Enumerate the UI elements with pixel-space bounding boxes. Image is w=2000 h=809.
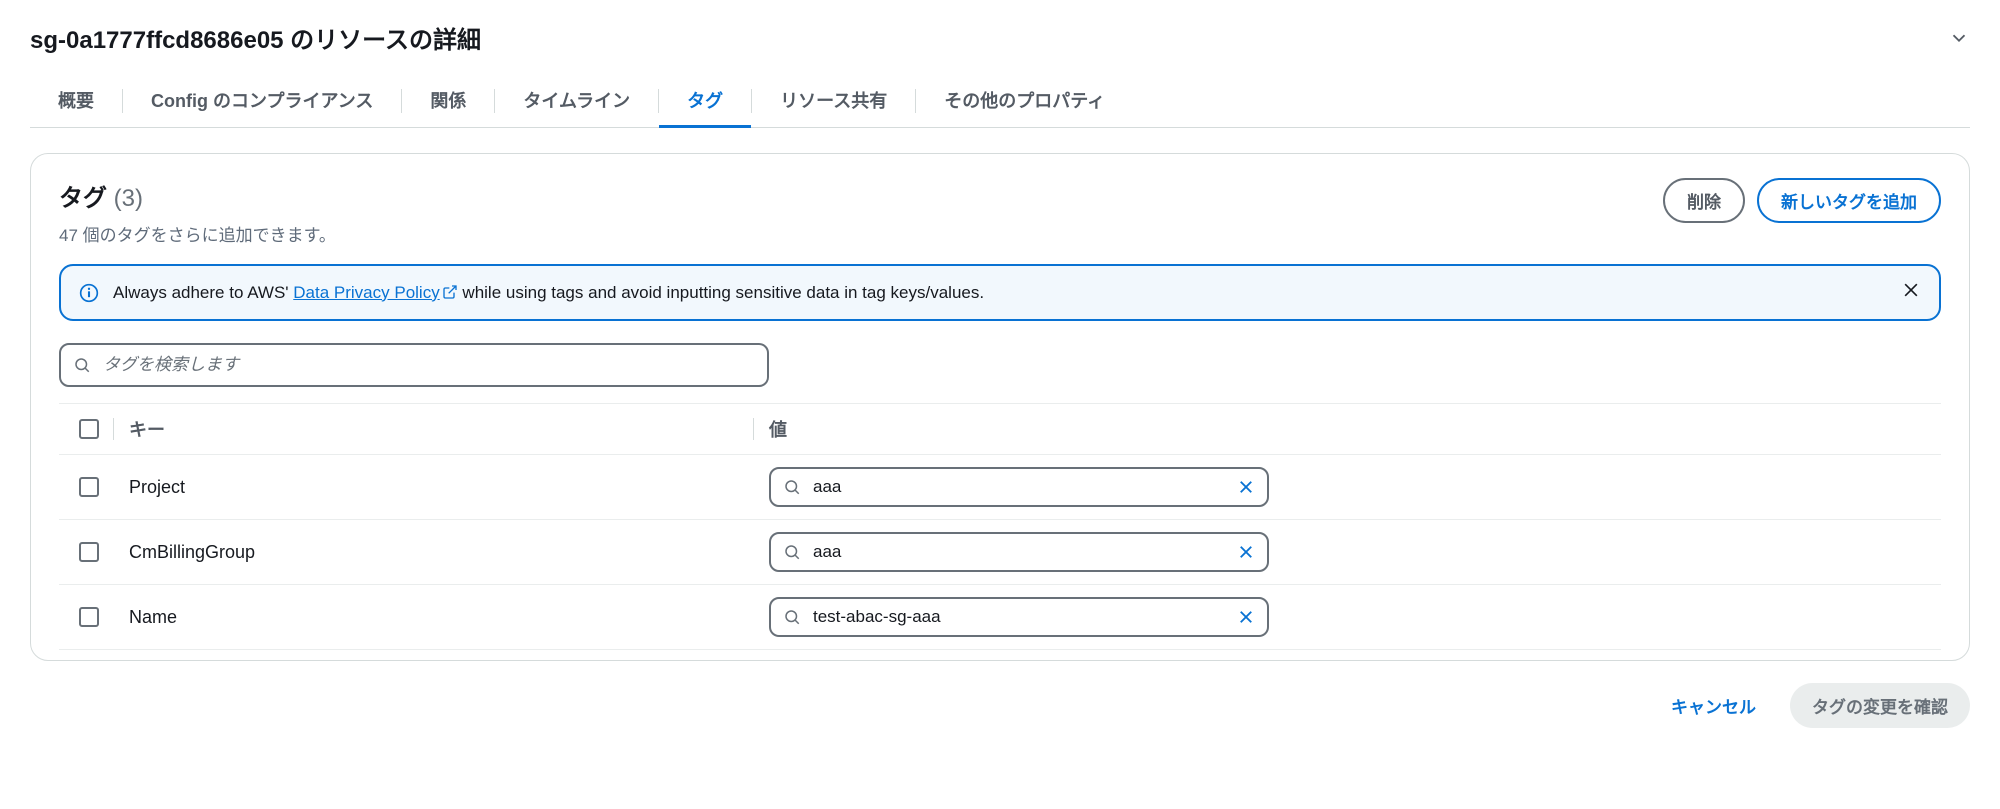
clear-icon[interactable] bbox=[1237, 608, 1255, 626]
header-value[interactable]: 値 bbox=[759, 416, 1941, 442]
tag-value-input[interactable] bbox=[769, 467, 1269, 507]
external-link-icon bbox=[442, 284, 458, 300]
tab-resource-sharing[interactable]: リソース共有 bbox=[752, 75, 915, 128]
row-checkbox[interactable] bbox=[79, 542, 99, 562]
tab-tags[interactable]: タグ bbox=[659, 75, 751, 128]
tab-timeline[interactable]: タイムライン bbox=[495, 75, 658, 128]
alert-message: Always adhere to AWS' Data Privacy Polic… bbox=[113, 283, 1887, 303]
alert-suffix: while using tags and avoid inputting sen… bbox=[458, 283, 984, 302]
tag-key: Name bbox=[119, 607, 759, 628]
clear-icon[interactable] bbox=[1237, 543, 1255, 561]
panel-title-text: タグ bbox=[59, 185, 107, 212]
panel-title: タグ (3) bbox=[59, 178, 336, 213]
table-row: CmBillingGroup bbox=[59, 520, 1941, 585]
tag-key: CmBillingGroup bbox=[119, 542, 759, 563]
tag-value-input[interactable] bbox=[769, 597, 1269, 637]
footer-actions: キャンセル タグの変更を確認 bbox=[30, 683, 1970, 728]
add-tag-button[interactable]: 新しいタグを追加 bbox=[1757, 178, 1941, 223]
table-row: Name bbox=[59, 585, 1941, 650]
panel-subtitle: 47 個のタグをさらに追加できます。 bbox=[59, 221, 336, 246]
panel-count: (3) bbox=[114, 185, 143, 212]
search-icon bbox=[783, 608, 801, 626]
tag-key: Project bbox=[119, 477, 759, 498]
tab-other-properties[interactable]: その他のプロパティ bbox=[916, 75, 1133, 128]
table-header: キー 値 bbox=[59, 403, 1941, 455]
alert-close-button[interactable] bbox=[1901, 280, 1921, 305]
clear-icon[interactable] bbox=[1237, 478, 1255, 496]
delete-button[interactable]: 削除 bbox=[1663, 178, 1745, 223]
tab-compliance[interactable]: Config のコンプライアンス bbox=[123, 75, 401, 128]
tab-overview[interactable]: 概要 bbox=[30, 75, 122, 128]
privacy-policy-link[interactable]: Data Privacy Policy bbox=[293, 283, 457, 302]
alert-prefix: Always adhere to AWS' bbox=[113, 283, 293, 302]
info-icon bbox=[79, 283, 99, 303]
row-checkbox[interactable] bbox=[79, 607, 99, 627]
chevron-down-icon[interactable] bbox=[1948, 27, 1970, 49]
confirm-button: タグの変更を確認 bbox=[1790, 683, 1970, 728]
tab-bar: 概要 Config のコンプライアンス 関係 タイムライン タグ リソース共有 … bbox=[30, 75, 1970, 128]
select-all-checkbox[interactable] bbox=[79, 419, 99, 439]
row-checkbox[interactable] bbox=[79, 477, 99, 497]
tag-search-input[interactable] bbox=[59, 343, 769, 387]
table-row: Project bbox=[59, 455, 1941, 520]
tags-table: キー 値 Project CmBillingGroup bbox=[59, 403, 1941, 650]
header-key[interactable]: キー bbox=[119, 416, 759, 442]
search-icon bbox=[73, 356, 91, 374]
search-icon bbox=[783, 543, 801, 561]
close-icon bbox=[1901, 280, 1921, 300]
tab-relationships[interactable]: 関係 bbox=[402, 75, 494, 128]
page-title: sg-0a1777ffcd8686e05 のリソースの詳細 bbox=[30, 20, 481, 55]
search-icon bbox=[783, 478, 801, 496]
tag-value-input[interactable] bbox=[769, 532, 1269, 572]
cancel-button[interactable]: キャンセル bbox=[1653, 683, 1774, 728]
info-alert: Always adhere to AWS' Data Privacy Polic… bbox=[59, 264, 1941, 321]
tags-panel: タグ (3) 47 個のタグをさらに追加できます。 削除 新しいタグを追加 Al… bbox=[30, 153, 1970, 661]
